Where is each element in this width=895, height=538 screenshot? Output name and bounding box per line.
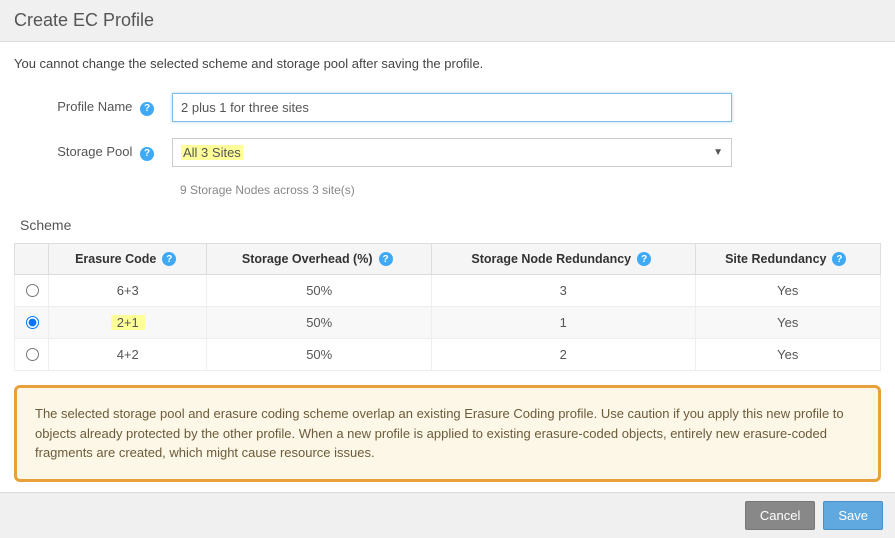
storage-pool-subnote: 9 Storage Nodes across 3 site(s) <box>180 183 881 197</box>
warning-message: The selected storage pool and erasure co… <box>14 385 881 482</box>
table-header-node-red: Storage Node Redundancy <box>431 244 695 275</box>
overhead-cell: 50% <box>207 307 432 339</box>
save-button[interactable]: Save <box>823 501 883 530</box>
dialog-footer: Cancel Save <box>0 492 895 538</box>
help-icon[interactable] <box>832 252 846 266</box>
help-icon[interactable] <box>162 252 176 266</box>
ec-cell: 2+1 <box>49 307 207 339</box>
storage-pool-select[interactable]: All 3 Sites ▼ <box>172 138 732 167</box>
node-redundancy-cell: 2 <box>431 339 695 371</box>
storage-pool-value: All 3 Sites <box>181 145 243 160</box>
help-icon[interactable] <box>379 252 393 266</box>
scheme-radio[interactable] <box>26 284 39 297</box>
table-row: 6+350%3Yes <box>15 275 881 307</box>
storage-pool-label: Storage Pool <box>57 144 132 159</box>
node-redundancy-cell: 3 <box>431 275 695 307</box>
page-title: Create EC Profile <box>0 0 895 42</box>
info-note: You cannot change the selected scheme an… <box>14 56 881 71</box>
scheme-radio[interactable] <box>26 316 39 329</box>
help-icon[interactable] <box>637 252 651 266</box>
chevron-down-icon: ▼ <box>713 147 723 158</box>
ec-cell: 4+2 <box>49 339 207 371</box>
help-icon[interactable] <box>140 102 154 116</box>
table-row: 4+250%2Yes <box>15 339 881 371</box>
site-redundancy-cell: Yes <box>695 339 880 371</box>
site-redundancy-cell: Yes <box>695 307 880 339</box>
profile-name-input[interactable] <box>172 93 732 122</box>
table-header-site-red: Site Redundancy <box>695 244 880 275</box>
table-header-ec: Erasure Code <box>49 244 207 275</box>
ec-cell: 6+3 <box>49 275 207 307</box>
scheme-section-label: Scheme <box>20 217 881 233</box>
overhead-cell: 50% <box>207 339 432 371</box>
scheme-radio[interactable] <box>26 348 39 361</box>
profile-name-label: Profile Name <box>57 99 132 114</box>
cancel-button[interactable]: Cancel <box>745 501 815 530</box>
site-redundancy-cell: Yes <box>695 275 880 307</box>
node-redundancy-cell: 1 <box>431 307 695 339</box>
table-row: 2+150%1Yes <box>15 307 881 339</box>
overhead-cell: 50% <box>207 275 432 307</box>
help-icon[interactable] <box>140 147 154 161</box>
table-header-overhead: Storage Overhead (%) <box>207 244 432 275</box>
scheme-table: Erasure Code Storage Overhead (%) Storag… <box>14 243 881 371</box>
table-header-radio <box>15 244 49 275</box>
